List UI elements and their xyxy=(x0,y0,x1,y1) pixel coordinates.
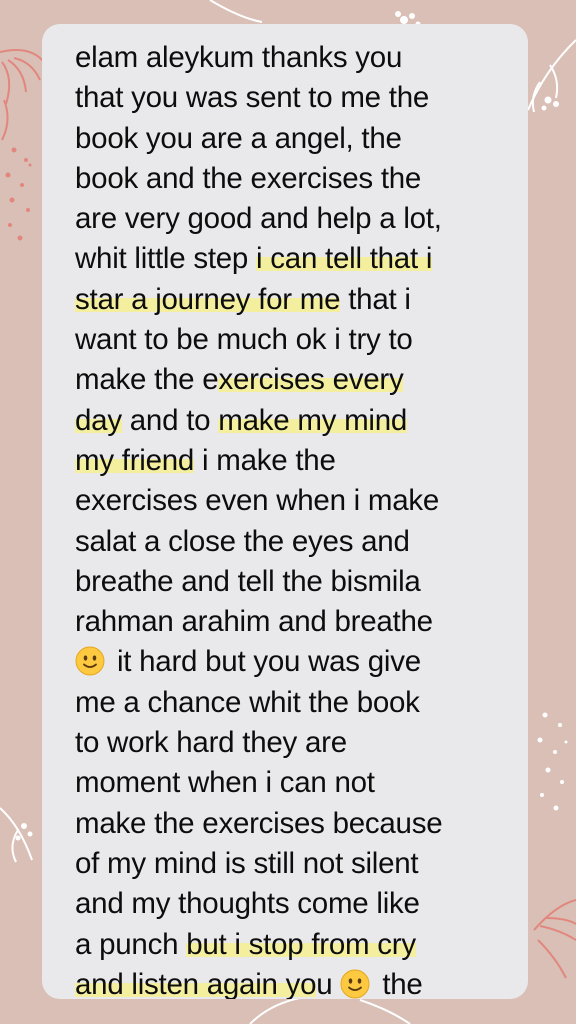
message-line: book you are a angel, the xyxy=(75,119,512,159)
message-line: breathe and tell the bismila xyxy=(75,562,512,602)
message-text-segment: salat a close the eyes and xyxy=(75,524,410,558)
message-line: my friend i make the xyxy=(75,441,512,481)
message-line: make the exercises every xyxy=(75,360,512,400)
message-screenshot: { "message": { "lines": [ [{"t": "elam a… xyxy=(0,0,576,1024)
message-line: and listen again you the xyxy=(75,965,512,999)
highlighted-text: make my mind xyxy=(218,403,408,437)
message-text-segment: and to xyxy=(121,403,219,437)
message-line: of my mind is still not silent xyxy=(75,844,512,884)
message-text-segment: whit little step xyxy=(75,242,257,276)
message-line: and my thoughts come like xyxy=(75,884,512,924)
message-text-segment: want to be much ok i try to xyxy=(75,323,413,357)
message-text-segment: make the exercises because xyxy=(75,806,443,840)
highlighted-text: xercises every xyxy=(218,363,404,397)
message-text-segment: elam aleykum thanks you xyxy=(75,41,403,74)
message-line: a punch but i stop from cry xyxy=(75,925,512,965)
message-line: whit little step i can tell that i xyxy=(75,239,512,279)
highlighted-text: my friend xyxy=(75,443,195,477)
dots-decoration-right xyxy=(537,712,568,811)
highlighted-text: but i stop from cry xyxy=(186,927,416,961)
message-line: rahman arahim and breathe xyxy=(75,602,512,642)
dots-decoration-left xyxy=(5,147,32,241)
highlighted-text: i can tell that i xyxy=(256,242,433,276)
branch-decoration-bottom xyxy=(249,997,411,1024)
message-line: are very good and help a lot, xyxy=(75,199,512,239)
message-text: elam aleykum thanks you that you was sent… xyxy=(75,38,512,999)
message-text-segment: it hard but you was give xyxy=(109,645,421,679)
message-text-segment: me a chance whit the book xyxy=(75,685,420,719)
message-line: it hard but you was give xyxy=(75,642,512,682)
leaf-decoration-bottom-right xyxy=(533,899,576,979)
message-line: moment when i can not xyxy=(75,763,512,803)
message-text-segment: book and the exercises the xyxy=(75,161,422,195)
message-line: to work hard they are xyxy=(75,723,512,763)
message-line: make the exercises because xyxy=(75,804,512,844)
message-text-segment: book you are a angel, the xyxy=(75,121,402,155)
message-text-segment: of my mind is still not silent xyxy=(75,846,419,880)
message-text-segment: that i xyxy=(340,282,411,316)
branch-decoration-top xyxy=(209,0,263,23)
branch-decoration-top-right xyxy=(527,39,576,113)
message-line: want to be much ok i try to xyxy=(75,320,512,360)
message-line: star a journey for me that i xyxy=(75,280,512,320)
highlighted-text: and listen again yo xyxy=(75,967,317,999)
message-line: exercises even when i make xyxy=(75,481,512,521)
message-text-segment: exercises even when i make xyxy=(75,484,440,518)
message-text-segment: breathe and tell the bismila xyxy=(75,564,421,598)
message-text-segment: i make the xyxy=(194,443,336,477)
message-text-segment: u xyxy=(316,967,341,999)
message-text-segment: rahman arahim and breathe xyxy=(75,605,433,639)
message-text-segment: the xyxy=(374,967,423,999)
slightly-smiling-face-icon xyxy=(75,646,105,676)
message-text-segment: are very good and help a lot, xyxy=(75,202,442,236)
highlighted-text: day xyxy=(75,403,122,437)
leaf-decoration-top-left xyxy=(0,49,45,141)
message-line: salat a close the eyes and xyxy=(75,522,512,562)
message-text-segment: to work hard they are xyxy=(75,726,347,760)
message-text-segment: that you was sent to me the xyxy=(75,81,430,115)
slightly-smiling-face-icon xyxy=(340,969,370,999)
message-bubble: elam aleykum thanks you that you was sent… xyxy=(42,24,528,999)
message-line: elam aleykum thanks you xyxy=(75,38,512,78)
leaf-decoration-left xyxy=(0,807,33,863)
highlighted-text: star a journey for me xyxy=(75,282,341,316)
message-text-segment: and my thoughts come like xyxy=(75,887,420,921)
message-line: that you was sent to me the xyxy=(75,78,512,118)
message-text-segment: make the e xyxy=(75,363,219,397)
message-line: me a chance whit the book xyxy=(75,683,512,723)
message-line: book and the exercises the xyxy=(75,159,512,199)
message-text-segment: moment when i can not xyxy=(75,766,375,800)
message-line: day and to make my mind xyxy=(75,401,512,441)
message-text-segment: a punch xyxy=(75,927,187,961)
